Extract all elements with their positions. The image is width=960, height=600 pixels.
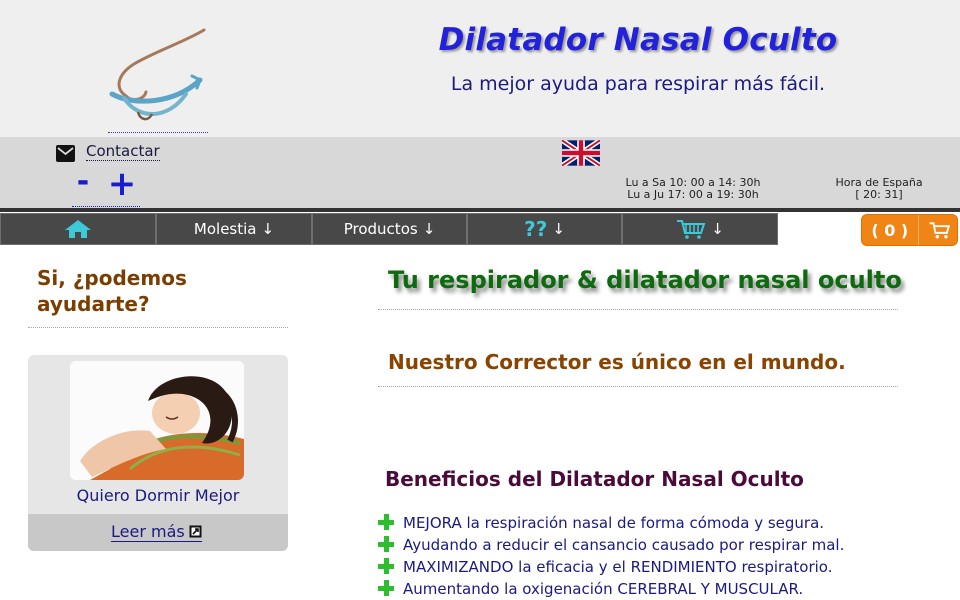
nav-productos-label: Productos	[343, 220, 418, 238]
plus-icon	[378, 580, 394, 596]
contact-link[interactable]: Contactar	[86, 143, 160, 161]
benefits-title: Beneficios del Dilatador Nasal Oculto	[385, 467, 804, 491]
opening-hours: Lu a Sa 10: 00 a 14: 30h Lu a Ju 17: 00 …	[612, 177, 774, 201]
site-subtitle: La mejor ayuda para respirar más fácil.	[450, 73, 826, 95]
cart-badge-button[interactable]: ( 0 )	[861, 214, 958, 246]
sleep-better-card[interactable]: Quiero Dormir Mejor Leer más	[28, 355, 288, 551]
benefit-text: MEJORA la respiración nasal de forma cóm…	[403, 514, 825, 532]
info-bar: Contactar - + Lu a Sa 10: 00 a 14: 30h L…	[0, 137, 960, 208]
benefit-text: Ayudando a reducir el cansancio causado …	[403, 536, 845, 554]
nose-logo-icon[interactable]	[104, 24, 212, 128]
benefits-list: MEJORA la respiración nasal de forma cóm…	[377, 512, 937, 600]
uk-flag-icon[interactable]	[562, 140, 600, 166]
list-item: Aumentando la oxigenación CEREBRAL Y MUS…	[377, 578, 937, 600]
read-more-link[interactable]: Leer más	[111, 523, 202, 542]
hours-line-2: Lu a Ju 17: 00 a 19: 30h	[627, 188, 759, 201]
zoom-out-button[interactable]: -	[71, 167, 95, 197]
site-header: Dilatador Nasal Oculto La mejor ayuda pa…	[0, 0, 960, 137]
subheading-divider	[378, 386, 898, 387]
card-caption: Quiero Dormir Mejor	[76, 486, 240, 505]
card-footer: Leer más	[28, 514, 288, 551]
heading-divider	[378, 309, 898, 310]
cart-icon	[929, 222, 950, 239]
help-icon: ??	[524, 217, 548, 241]
chevron-down-icon: ↓	[422, 220, 436, 238]
main-heading: Tu respirador & dilatador nasal oculto	[388, 266, 902, 294]
plus-icon	[378, 514, 394, 530]
nav-molestia-label: Molestia	[193, 220, 257, 238]
read-more-label: Leer más	[111, 522, 185, 541]
chevron-down-icon: ↓	[711, 220, 724, 238]
benefit-text: MAXIMIZANDO la eficacia y el RENDIMIENTO…	[403, 558, 833, 576]
sidebar-title: Si, ¿podemos ayudarte?	[37, 266, 187, 316]
list-item: Ayudando a reducir el cansancio causado …	[377, 534, 937, 556]
zoom-in-button[interactable]: +	[107, 167, 137, 201]
nav-help[interactable]: ?? ↓	[467, 213, 622, 245]
zoom-underline	[72, 206, 140, 207]
nav-cart[interactable]: ↓	[622, 213, 778, 245]
plus-icon	[378, 558, 394, 574]
cart-count: ( 0 )	[871, 220, 909, 240]
main-nav: Molestia ↓ Productos ↓ ?? ↓ ↓ ( 0 )	[0, 212, 960, 246]
list-item: MEJORA la respiración nasal de forma cóm…	[377, 512, 937, 534]
mail-icon	[56, 145, 75, 162]
cart-icon	[677, 220, 706, 239]
home-icon	[65, 220, 91, 238]
list-item: MAXIMIZANDO la eficacia y el RENDIMIENTO…	[377, 556, 937, 578]
spain-time-value: [ 20: 31]	[855, 188, 903, 201]
logo-underline	[108, 132, 208, 133]
sleeping-woman-image[interactable]	[70, 361, 244, 480]
cart-divider	[917, 215, 919, 245]
nav-productos[interactable]: Productos ↓	[312, 213, 467, 245]
chevron-down-icon: ↓	[261, 220, 275, 238]
sidebar-divider	[28, 327, 288, 328]
nav-molestia[interactable]: Molestia ↓	[156, 213, 312, 245]
nav-home[interactable]	[0, 213, 156, 245]
plus-icon	[378, 536, 394, 552]
spain-time: Hora de España [ 20: 31]	[822, 177, 936, 201]
main-subheading: Nuestro Corrector es único en el mundo.	[388, 350, 846, 374]
benefit-text: Aumentando la oxigenación CEREBRAL Y MUS…	[403, 580, 804, 598]
site-title: Dilatador Nasal Oculto	[438, 22, 838, 58]
external-link-icon	[189, 525, 202, 538]
chevron-down-icon: ↓	[552, 220, 565, 238]
